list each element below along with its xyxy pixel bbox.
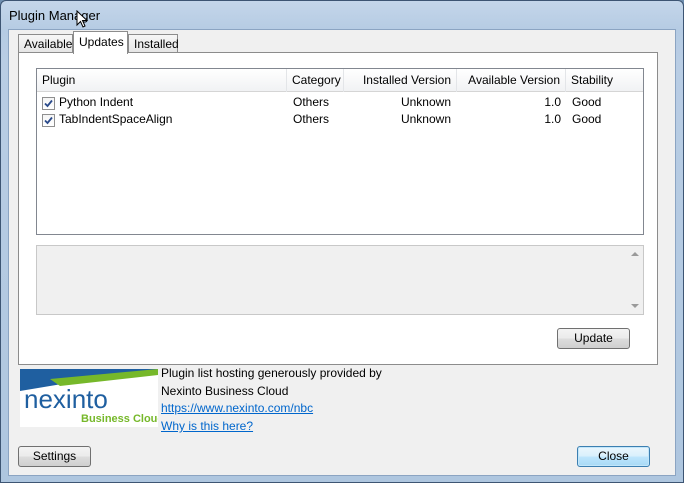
plugin-manager-window: Plugin Manager Available Updates Install… bbox=[0, 0, 684, 483]
logo-tagline-text: Business Cloud bbox=[81, 413, 158, 425]
description-scrollbar[interactable] bbox=[627, 246, 643, 314]
close-button[interactable]: Close bbox=[577, 446, 650, 467]
scroll-up-icon[interactable] bbox=[631, 252, 639, 256]
column-header-installed-version[interactable]: Installed Version bbox=[344, 69, 457, 92]
checkmark-icon bbox=[44, 116, 53, 125]
plugin-name: Python Indent bbox=[59, 95, 134, 109]
tab-updates[interactable]: Updates bbox=[73, 31, 128, 54]
tab-available-label: Available bbox=[24, 37, 73, 51]
plugin-stability: Good bbox=[572, 112, 602, 126]
hosting-text-line2: Nexinto Business Cloud bbox=[161, 384, 289, 398]
column-header-available-version[interactable]: Available Version bbox=[457, 69, 566, 92]
plugin-category: Others bbox=[293, 95, 330, 109]
table-header: Plugin Category Installed Version Availa… bbox=[37, 69, 643, 92]
table-row[interactable]: Python Indent Others Unknown 1.0 Good bbox=[37, 94, 643, 111]
dialog-body: Available Updates Installed Plugin Categ… bbox=[8, 29, 676, 476]
tab-installed-label: Installed bbox=[134, 37, 179, 51]
plugin-category: Others bbox=[293, 112, 330, 126]
column-header-category[interactable]: Category bbox=[287, 69, 344, 92]
scroll-down-icon[interactable] bbox=[631, 304, 639, 308]
checkmark-icon bbox=[44, 99, 53, 108]
plugin-description-pane bbox=[36, 245, 644, 315]
plugin-available-version: 1.0 bbox=[544, 112, 561, 126]
updates-tab-panel: Plugin Category Installed Version Availa… bbox=[18, 52, 658, 365]
plugin-available-version: 1.0 bbox=[544, 95, 561, 109]
update-button[interactable]: Update bbox=[557, 328, 630, 349]
nexinto-url-link[interactable]: https://www.nexinto.com/nbc bbox=[161, 400, 313, 417]
tab-available[interactable]: Available bbox=[18, 34, 73, 54]
table-row[interactable]: TabIndentSpaceAlign Others Unknown 1.0 G… bbox=[37, 111, 643, 128]
tab-installed[interactable]: Installed bbox=[128, 34, 179, 54]
tab-updates-label: Updates bbox=[79, 35, 124, 49]
column-header-plugin[interactable]: Plugin bbox=[37, 69, 287, 92]
plugin-installed-version: Unknown bbox=[400, 112, 451, 126]
plugin-installed-version: Unknown bbox=[400, 95, 451, 109]
column-header-stability[interactable]: Stability bbox=[566, 69, 643, 92]
plugin-name: TabIndentSpaceAlign bbox=[59, 112, 173, 126]
mouse-cursor-icon bbox=[76, 10, 89, 28]
plugin-checkbox[interactable] bbox=[42, 97, 55, 110]
plugin-stability: Good bbox=[572, 95, 602, 109]
plugin-checkbox[interactable] bbox=[42, 114, 55, 127]
title-bar[interactable]: Plugin Manager bbox=[1, 1, 683, 29]
plugin-table: Plugin Category Installed Version Availa… bbox=[36, 68, 644, 235]
nexinto-logo-graphic: nexinto Business Cloud bbox=[20, 369, 158, 425]
settings-button[interactable]: Settings bbox=[18, 446, 91, 467]
why-is-this-here-link[interactable]: Why is this here? bbox=[161, 418, 253, 435]
nexinto-logo: nexinto Business Cloud bbox=[20, 369, 158, 427]
hosting-text-line1: Plugin list hosting generously provided … bbox=[161, 366, 382, 380]
logo-brand-text: nexinto bbox=[24, 384, 108, 414]
